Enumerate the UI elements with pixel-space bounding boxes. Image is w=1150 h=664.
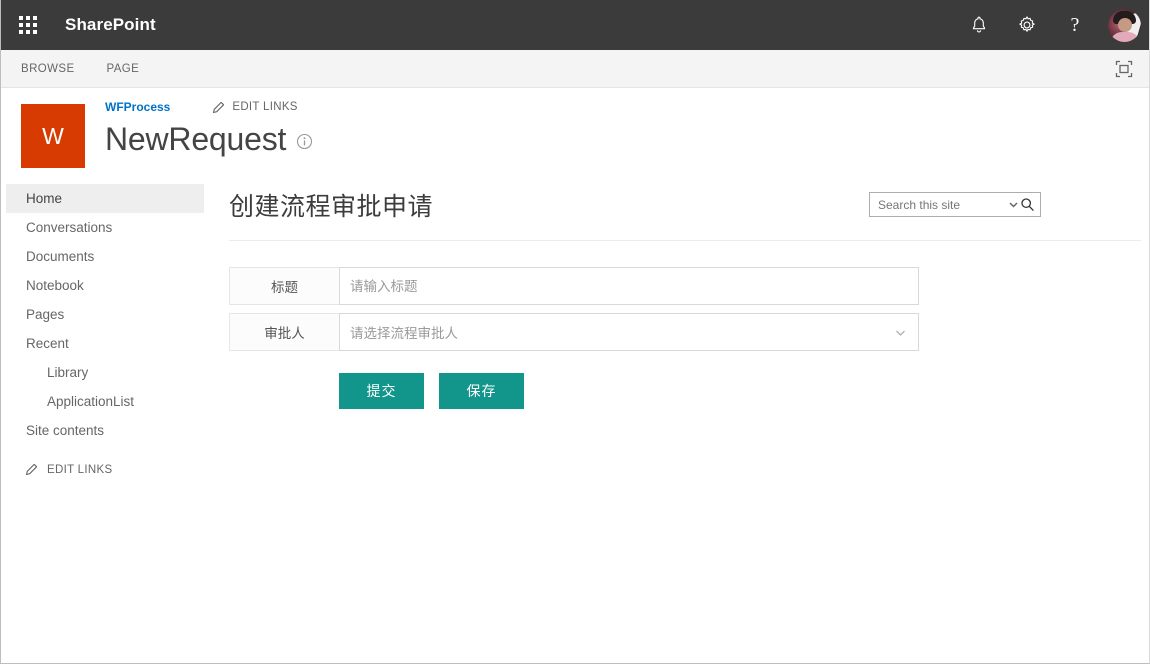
notifications-button[interactable]: [955, 0, 1003, 50]
left-navigation: Home Conversations Documents Notebook Pa…: [1, 176, 211, 476]
header-edit-links-label: EDIT LINKS: [232, 101, 298, 113]
chevron-down-icon: [1009, 202, 1018, 208]
site-logo[interactable]: W: [21, 104, 85, 168]
chevron-down-icon: [895, 330, 905, 336]
search-submit-button[interactable]: [1019, 193, 1036, 216]
sidebar-edit-links-button[interactable]: EDIT LINKS: [25, 463, 211, 476]
settings-button[interactable]: [1003, 0, 1051, 50]
site-header-text: WFProcess EDIT LINKS NewRequest: [105, 98, 313, 160]
help-button[interactable]: ?: [1051, 0, 1099, 50]
approver-select-value: 请选择流程审批人: [350, 326, 458, 341]
app-launcher-button[interactable]: [11, 8, 45, 42]
info-icon[interactable]: [296, 133, 313, 150]
sidebar-item-conversations[interactable]: Conversations: [6, 213, 204, 242]
search-scope-dropdown[interactable]: [1008, 193, 1020, 216]
title-field-control[interactable]: [339, 267, 919, 305]
sidebar-item-home[interactable]: Home: [6, 184, 204, 213]
ribbon-tab-browse[interactable]: BROWSE: [19, 59, 77, 79]
search-icon: [1021, 198, 1035, 212]
body-area: Home Conversations Documents Notebook Pa…: [1, 176, 1149, 476]
approver-field-control[interactable]: 请选择流程审批人: [339, 313, 919, 351]
header-edit-links-button[interactable]: EDIT LINKS: [212, 101, 297, 114]
pencil-icon: [25, 463, 38, 476]
focus-on-content-icon: [1115, 60, 1133, 77]
sidebar-item-applicationlist[interactable]: ApplicationList: [6, 387, 204, 416]
form-row-approver: 审批人 请选择流程审批人: [229, 313, 919, 351]
suite-bar-actions: ?: [955, 0, 1149, 50]
sidebar-item-documents[interactable]: Documents: [6, 242, 204, 271]
sidebar-edit-links-label: EDIT LINKS: [47, 463, 113, 476]
site-header: W WFProcess EDIT LINKS NewRequest: [1, 88, 1149, 217]
sidebar-item-recent[interactable]: Recent: [6, 329, 204, 358]
submit-button[interactable]: 提交: [339, 373, 424, 409]
breadcrumb: WFProcess EDIT LINKS: [105, 98, 313, 116]
bell-icon: [972, 16, 986, 33]
form-actions: 提交 保存: [229, 373, 1129, 409]
title-input[interactable]: [350, 278, 908, 294]
page-title: NewRequest: [105, 121, 287, 157]
ribbon-tab-page[interactable]: PAGE: [105, 59, 142, 79]
focus-on-content-button[interactable]: [1113, 58, 1135, 80]
sidebar-item-notebook[interactable]: Notebook: [6, 271, 204, 300]
suite-bar: SharePoint ?: [1, 0, 1149, 50]
sharepoint-page: SharePoint ? BROWSE PAGE W WFProcess EDI…: [0, 0, 1150, 664]
search-box[interactable]: [869, 192, 1041, 217]
save-button[interactable]: 保存: [439, 373, 524, 409]
sidebar-item-library[interactable]: Library: [6, 358, 204, 387]
suite-title: SharePoint: [65, 15, 156, 34]
ribbon-bar: BROWSE PAGE: [1, 50, 1149, 88]
sidebar-item-pages[interactable]: Pages: [6, 300, 204, 329]
form-row-title: 标题: [229, 267, 919, 305]
approver-field-label: 审批人: [229, 313, 339, 351]
search-input[interactable]: [878, 197, 1008, 212]
site-link-wfprocess[interactable]: WFProcess: [105, 100, 170, 114]
help-icon: ?: [1070, 14, 1080, 36]
pencil-icon: [213, 101, 225, 113]
heading-divider: [229, 240, 1141, 241]
gear-icon: [1019, 16, 1035, 32]
title-field-label: 标题: [229, 267, 339, 305]
page-title-row: NewRequest: [105, 118, 313, 160]
avatar: [1107, 8, 1141, 42]
user-avatar-button[interactable]: [1099, 0, 1149, 50]
sidebar-item-site-contents[interactable]: Site contents: [6, 416, 204, 445]
approver-dropdown-button[interactable]: [892, 327, 908, 338]
app-launcher-icon: [19, 16, 37, 34]
